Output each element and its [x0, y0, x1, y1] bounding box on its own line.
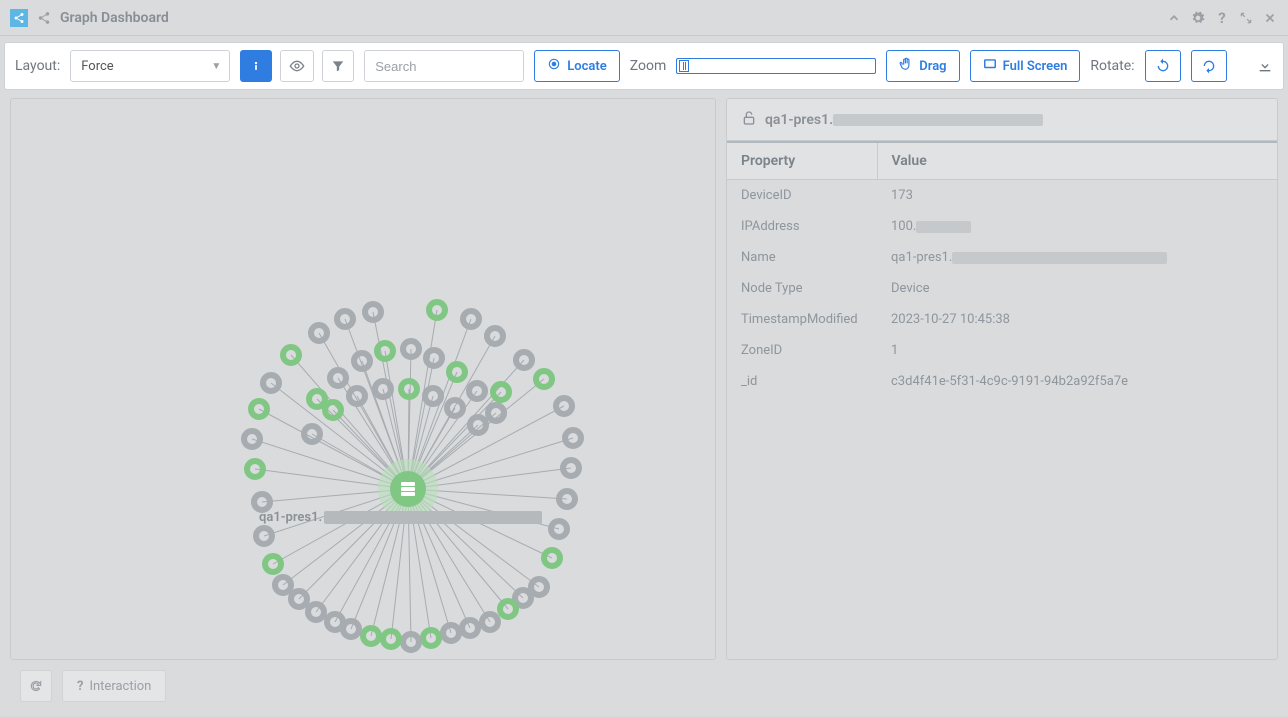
screen-icon — [983, 57, 997, 75]
table-row: _idc3d4f41e-5f31-4c9c-9191-94b2a92f5a7e — [727, 366, 1277, 397]
property-value: 1 — [877, 335, 1277, 366]
layout-label: Layout: — [15, 58, 60, 74]
property-key: ZoneID — [727, 335, 877, 366]
refresh-button[interactable] — [20, 670, 52, 702]
fullscreen-button[interactable]: Full Screen — [970, 50, 1081, 82]
footer-toolbar: ? Interaction — [0, 660, 1288, 712]
graph-canvas[interactable]: qa1-pres1. — [10, 98, 716, 660]
rotate-ccw-button[interactable] — [1145, 50, 1181, 82]
collapse-icon[interactable] — [1166, 10, 1182, 26]
details-title: qa1-pres1. — [765, 112, 1043, 128]
property-value: c3d4f41e-5f31-4c9c-9191-94b2a92f5a7e — [877, 366, 1277, 397]
search-input[interactable] — [364, 50, 524, 82]
fullscreen-label: Full Screen — [1003, 59, 1068, 74]
help-icon: ? — [77, 679, 83, 694]
layout-select[interactable]: Force ▼ — [70, 50, 230, 82]
toolbar: Layout: Force ▼ Locate Zoom Drag — [4, 42, 1284, 90]
expand-icon[interactable] — [1238, 10, 1254, 26]
hand-icon — [899, 57, 913, 75]
center-node-label-text: qa1-pres1. — [259, 510, 322, 525]
layout-select-value: Force — [81, 59, 113, 74]
locate-label: Locate — [567, 59, 607, 74]
drag-label: Drag — [919, 59, 946, 74]
details-header: qa1-pres1. — [727, 99, 1277, 141]
filter-button[interactable] — [322, 50, 354, 82]
gear-icon[interactable] — [1190, 10, 1206, 26]
col-value: Value — [877, 142, 1277, 180]
center-node-label: qa1-pres1. — [259, 510, 542, 525]
table-row: DeviceID173 — [727, 180, 1277, 212]
redacted-text — [324, 511, 542, 524]
locate-button[interactable]: Locate — [534, 50, 620, 82]
property-key: DeviceID — [727, 180, 877, 212]
redacted-text — [833, 114, 1043, 126]
help-icon[interactable]: ? — [1214, 10, 1230, 26]
interaction-label: Interaction — [89, 679, 151, 694]
table-row: ZoneID1 — [727, 335, 1277, 366]
details-panel: qa1-pres1. Property Value DeviceID173IPA… — [726, 98, 1278, 660]
property-key: IPAddress — [727, 211, 877, 242]
properties-table: Property Value DeviceID173IPAddress100.N… — [727, 141, 1277, 397]
info-button[interactable] — [240, 50, 272, 82]
visibility-button[interactable] — [280, 50, 314, 82]
app-header: Graph Dashboard ? — [0, 0, 1288, 36]
property-key: Node Type — [727, 273, 877, 304]
zoom-slider-thumb[interactable] — [679, 60, 689, 72]
property-key: TimestampModified — [727, 304, 877, 335]
property-value: qa1-pres1. — [877, 242, 1277, 273]
unlock-icon — [741, 110, 757, 130]
table-row: TimestampModified2023-10-27 10:45:38 — [727, 304, 1277, 335]
property-key: _id — [727, 366, 877, 397]
download-icon[interactable] — [1257, 58, 1273, 74]
property-value: 100. — [877, 211, 1277, 242]
target-icon — [547, 57, 561, 75]
rotate-label: Rotate: — [1090, 58, 1134, 74]
chevron-down-icon: ▼ — [211, 61, 221, 72]
table-row: IPAddress100. — [727, 211, 1277, 242]
table-row: Node TypeDevice — [727, 273, 1277, 304]
property-value: 173 — [877, 180, 1277, 212]
col-property: Property — [727, 142, 877, 180]
app-logo-icon — [10, 9, 28, 27]
details-title-text: qa1-pres1. — [765, 112, 833, 128]
property-key: Name — [727, 242, 877, 273]
property-value: 2023-10-27 10:45:38 — [877, 304, 1277, 335]
table-row: Nameqa1-pres1. — [727, 242, 1277, 273]
zoom-slider[interactable] — [676, 58, 876, 74]
share-icon — [36, 10, 52, 26]
interaction-button[interactable]: ? Interaction — [62, 670, 166, 702]
drag-button[interactable]: Drag — [886, 50, 959, 82]
page-title: Graph Dashboard — [60, 10, 169, 26]
close-icon[interactable] — [1262, 10, 1278, 26]
zoom-label: Zoom — [630, 58, 667, 74]
property-value: Device — [877, 273, 1277, 304]
rotate-cw-button[interactable] — [1191, 50, 1227, 82]
